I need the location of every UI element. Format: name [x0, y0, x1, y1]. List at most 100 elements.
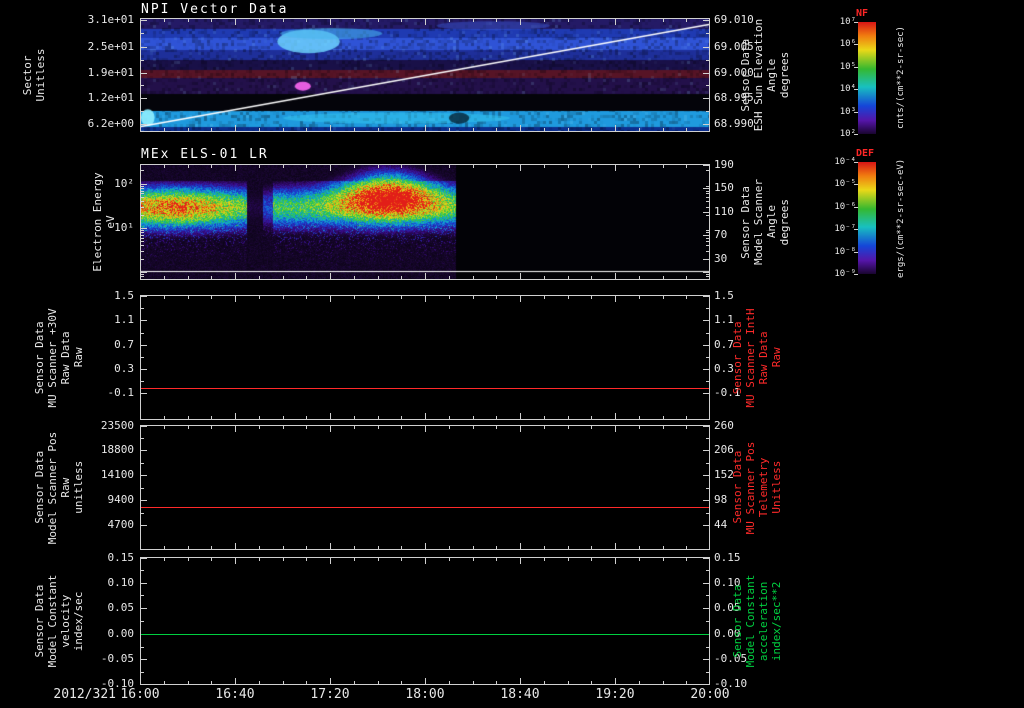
axis-label-line: Sensor Data	[33, 584, 46, 658]
tick-mark	[544, 276, 545, 279]
tick-mark	[141, 684, 147, 685]
tick-mark	[686, 681, 687, 684]
tick-mark	[425, 165, 426, 171]
tick-mark	[141, 170, 144, 171]
colorbar-tick-label: 10⁻⁸	[834, 246, 856, 257]
tick-mark	[211, 19, 212, 22]
tick-mark	[544, 296, 545, 299]
tick-mark	[686, 128, 687, 131]
tick-mark	[141, 215, 144, 216]
tick-mark	[330, 558, 331, 564]
tick-mark	[706, 357, 709, 358]
tick-mark	[141, 186, 144, 187]
tick-mark	[330, 273, 331, 279]
tick-mark	[425, 678, 426, 684]
axis-label-line: Model Constant	[744, 574, 757, 668]
tick-mark	[703, 272, 709, 273]
tick-mark	[141, 232, 144, 233]
tick-mark	[235, 296, 236, 302]
tick-mark	[639, 276, 640, 279]
tick-mark	[141, 296, 147, 297]
axis-label-line: Unitless	[34, 48, 47, 102]
y-tick-label: 3.1e+01	[87, 13, 134, 27]
tick-mark	[706, 251, 709, 252]
tick-mark	[706, 186, 709, 187]
tick-mark	[854, 44, 858, 45]
tick-mark	[141, 659, 147, 660]
tick-mark	[378, 416, 379, 419]
right-axis-label: Sensor Data Model Scanner Angle degrees	[739, 178, 791, 266]
tick-mark	[378, 426, 379, 429]
tick-mark	[354, 681, 355, 684]
tick-mark	[401, 276, 402, 279]
tick-mark	[591, 416, 592, 419]
tick-mark	[706, 170, 709, 171]
axis-label-line: Raw Data	[59, 331, 72, 384]
tick-mark	[164, 128, 165, 131]
tick-mark	[615, 558, 616, 564]
tick-mark	[141, 98, 147, 99]
tick-mark	[283, 681, 284, 684]
tick-mark	[141, 513, 144, 514]
tick-mark	[330, 543, 331, 549]
axis-label-line: acceleration	[757, 581, 770, 661]
tick-mark	[706, 241, 709, 242]
tick-mark	[473, 558, 474, 561]
tick-mark	[164, 19, 165, 22]
tick-mark	[141, 525, 147, 526]
tick-mark	[706, 60, 709, 61]
tick-mark	[591, 426, 592, 429]
tick-mark	[615, 273, 616, 279]
tick-mark	[401, 128, 402, 131]
axis-label-line: Model Scanner	[752, 178, 765, 266]
axis-label-line: index/sec**2	[770, 581, 783, 661]
tick-mark	[306, 128, 307, 131]
tick-mark	[449, 558, 450, 561]
tick-mark	[473, 128, 474, 131]
tick-mark	[686, 426, 687, 429]
tick-mark	[854, 67, 858, 68]
nf-colorbar-units-label: cnts/(cm**2-sr-sec)	[896, 26, 906, 130]
tick-mark	[164, 296, 165, 299]
tick-mark	[141, 647, 144, 648]
tick-mark	[854, 252, 858, 253]
tick-mark	[141, 621, 144, 622]
colorbar-tick-label: 10⁷	[839, 17, 856, 27]
tick-mark	[306, 681, 307, 684]
tick-mark	[473, 296, 474, 299]
tick-mark	[473, 681, 474, 684]
tick-mark	[141, 259, 144, 260]
tick-mark	[591, 296, 592, 299]
tick-mark	[141, 191, 144, 192]
tick-mark	[141, 20, 147, 21]
tick-mark	[706, 33, 709, 34]
x-tick-label: 17:20	[310, 687, 350, 702]
tick-mark	[568, 19, 569, 22]
tick-mark	[615, 125, 616, 131]
axis-label-line: Sensor Data	[739, 38, 752, 112]
tick-mark	[164, 558, 165, 561]
tick-mark	[706, 259, 709, 260]
axis-label-line: velocity	[59, 594, 72, 648]
tick-mark	[686, 19, 687, 22]
tick-mark	[235, 678, 236, 684]
left-axis-label: Sensor Data Model Constant velocity index/s…	[33, 575, 85, 668]
tick-mark	[703, 426, 709, 427]
tick-mark	[401, 681, 402, 684]
tick-mark	[706, 647, 709, 648]
tick-mark	[568, 546, 569, 549]
tick-mark	[703, 583, 709, 584]
tick-mark	[425, 19, 426, 25]
tick-mark	[141, 438, 144, 439]
axis-label-line: Telemetry	[757, 457, 770, 518]
tick-mark	[259, 681, 260, 684]
tick-mark	[706, 215, 709, 216]
tick-mark	[164, 276, 165, 279]
tick-mark	[141, 47, 147, 48]
tick-mark	[706, 621, 709, 622]
tick-mark	[235, 273, 236, 279]
tick-mark	[449, 165, 450, 168]
axis-label-line: Raw	[770, 347, 783, 368]
right-axis-label: Sensor Data MU Scanner Pos Telemetry Unitle…	[731, 441, 783, 534]
tick-mark	[449, 681, 450, 684]
